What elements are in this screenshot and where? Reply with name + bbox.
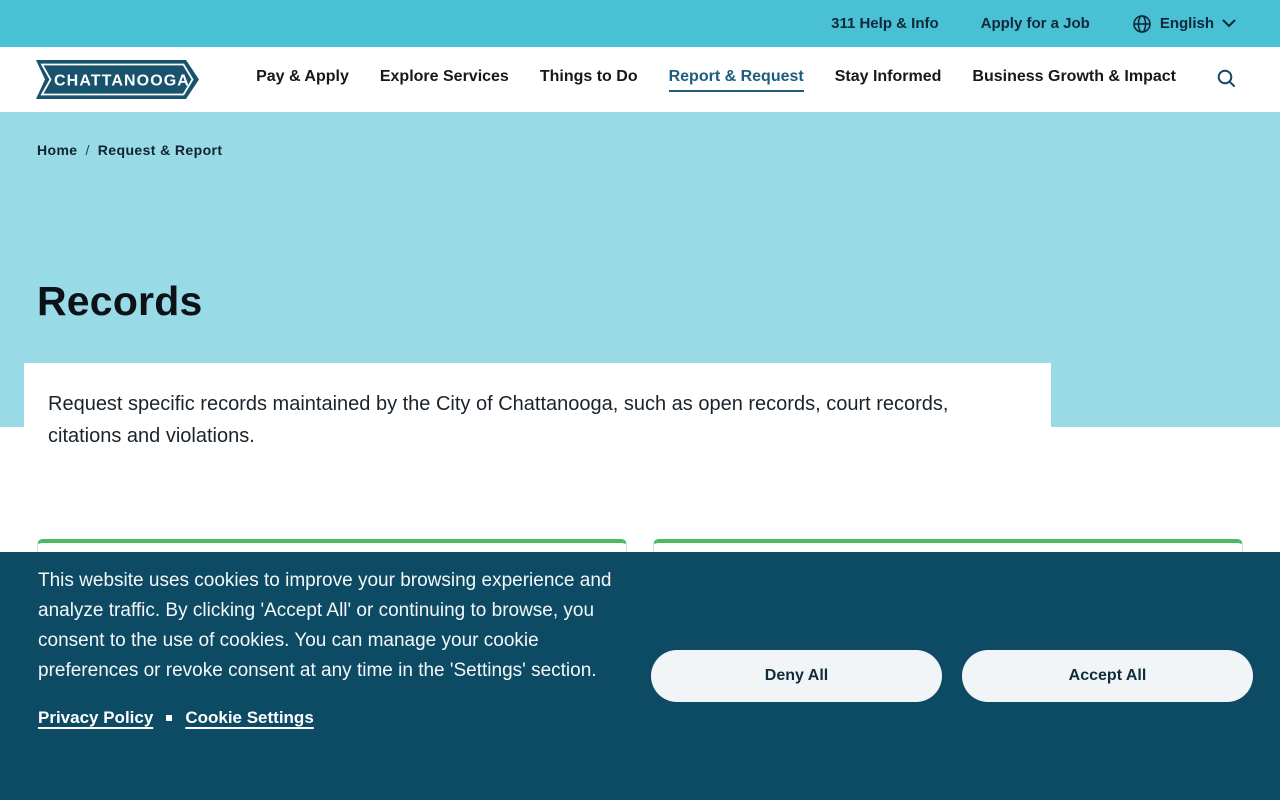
cookie-consent-banner: This website uses cookies to improve you… — [0, 552, 1280, 800]
main-nav: Pay & Apply Explore Services Things to D… — [256, 67, 1238, 93]
nav-things-to-do[interactable]: Things to Do — [540, 68, 638, 92]
page: 311 Help & Info Apply for a Job English … — [0, 0, 1280, 800]
breadcrumb-current: Request & Report — [97, 142, 223, 158]
nav-pay-apply[interactable]: Pay & Apply — [256, 68, 349, 92]
apply-job-link[interactable]: Apply for a Job — [981, 15, 1090, 32]
intro-card: Request specific records maintained by t… — [24, 363, 1051, 482]
language-selector[interactable]: English — [1132, 14, 1236, 34]
page-title: Records — [37, 278, 203, 324]
breadcrumb: Home / Request & Report — [37, 142, 1280, 158]
chattanooga-logo[interactable]: CHATTANOOGA — [36, 60, 199, 99]
privacy-policy-link[interactable]: Privacy Policy — [38, 708, 153, 728]
chevron-down-icon — [1222, 19, 1236, 28]
cookie-message: This website uses cookies to improve you… — [38, 570, 612, 681]
square-bullet — [166, 715, 173, 721]
logo-text: CHATTANOOGA — [54, 73, 190, 90]
help-info-link[interactable]: 311 Help & Info — [831, 15, 939, 32]
nav-business-growth[interactable]: Business Growth & Impact — [972, 68, 1176, 92]
cookie-links: Privacy Policy Cookie Settings — [38, 708, 1280, 728]
main-header: CHATTANOOGA Pay & Apply Explore Services… — [0, 47, 1280, 112]
search-icon — [1217, 69, 1235, 87]
deny-all-button[interactable]: Deny All — [651, 650, 942, 702]
accept-all-button[interactable]: Accept All — [962, 650, 1253, 702]
breadcrumb-separator: / — [85, 142, 90, 158]
intro-text: Request specific records maintained by t… — [48, 393, 949, 447]
breadcrumb-home-link[interactable]: Home — [37, 142, 78, 158]
utility-bar: 311 Help & Info Apply for a Job English — [0, 0, 1280, 47]
nav-stay-informed[interactable]: Stay Informed — [835, 68, 942, 92]
search-button[interactable] — [1215, 67, 1238, 93]
nav-explore-services[interactable]: Explore Services — [380, 68, 509, 92]
globe-icon — [1133, 14, 1151, 33]
language-label: English — [1159, 15, 1214, 32]
cookie-settings-link[interactable]: Cookie Settings — [185, 708, 313, 728]
nav-report-request[interactable]: Report & Request — [668, 68, 804, 92]
